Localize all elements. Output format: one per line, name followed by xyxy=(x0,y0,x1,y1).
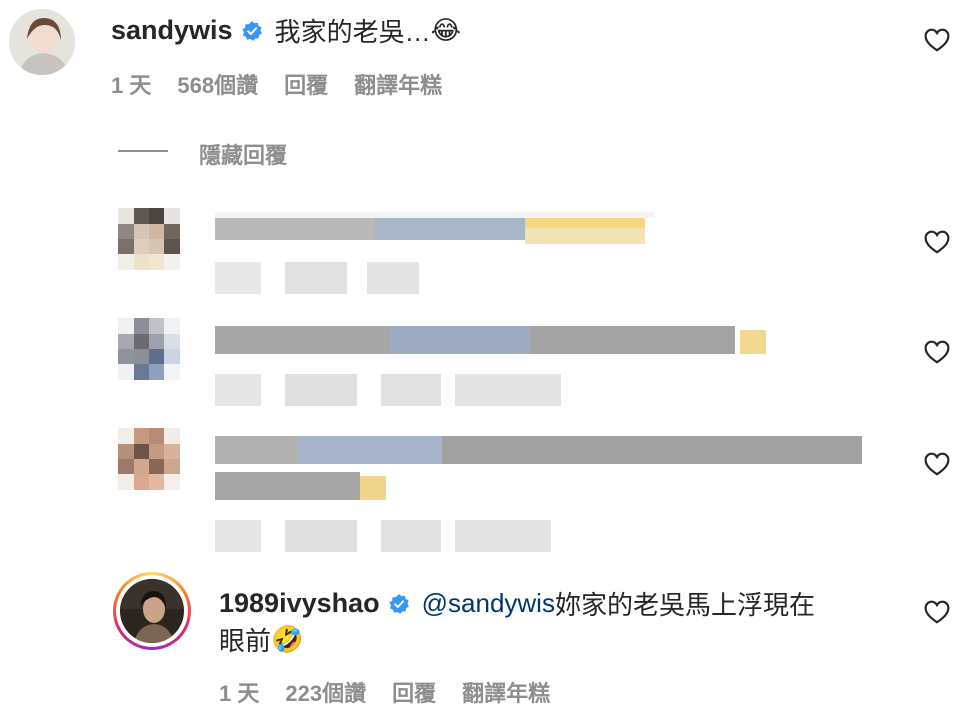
reply-button[interactable]: 回覆 xyxy=(284,68,328,100)
avatar-1989ivyshao[interactable] xyxy=(113,572,191,650)
comment-time: 1 天 xyxy=(111,73,152,98)
heart-outline-icon[interactable] xyxy=(924,28,950,52)
verified-badge-icon xyxy=(241,20,262,41)
comment-username[interactable]: 1989ivyshao xyxy=(219,588,380,619)
blurred-meta xyxy=(215,520,565,557)
verified-badge-icon xyxy=(389,593,409,614)
blurred-meta xyxy=(215,262,435,299)
translate-button[interactable]: 翻譯年糕 xyxy=(354,68,442,100)
reply-button[interactable]: 回覆 xyxy=(392,676,436,708)
blurred-avatar xyxy=(118,208,180,270)
avatar-sandywis[interactable] xyxy=(9,9,75,75)
mention-link[interactable]: @sandywis xyxy=(422,588,555,619)
like-count[interactable]: 568個讚 xyxy=(177,68,258,100)
heart-outline-icon[interactable] xyxy=(924,230,950,254)
comment-username[interactable]: sandywis xyxy=(111,15,233,46)
blurred-comment-text xyxy=(215,432,875,507)
blurred-comment-text xyxy=(215,212,655,251)
translate-button[interactable]: 翻譯年糕 xyxy=(462,676,550,708)
rofl-emoji: 🤣 xyxy=(271,624,304,654)
blurred-avatar xyxy=(118,318,180,380)
hide-replies-button[interactable]: 隱藏回覆 xyxy=(199,138,287,170)
comment-time: 1 天 xyxy=(219,681,260,706)
laughing-emoji: 😂 xyxy=(430,15,461,45)
blurred-avatar xyxy=(118,428,180,490)
hide-replies-divider xyxy=(118,150,168,152)
comment-text-continued: 眼前 xyxy=(219,626,272,656)
like-count[interactable]: 223個讚 xyxy=(285,676,366,708)
blurred-comment-text xyxy=(215,322,775,361)
heart-outline-icon[interactable] xyxy=(924,340,950,364)
heart-outline-icon[interactable] xyxy=(924,452,950,476)
blurred-meta xyxy=(215,374,565,411)
comment-text: 妳家的老吳馬上浮現在 xyxy=(554,590,815,620)
comment-text: 我家的老吳… xyxy=(274,17,431,47)
heart-outline-icon[interactable] xyxy=(924,600,950,624)
